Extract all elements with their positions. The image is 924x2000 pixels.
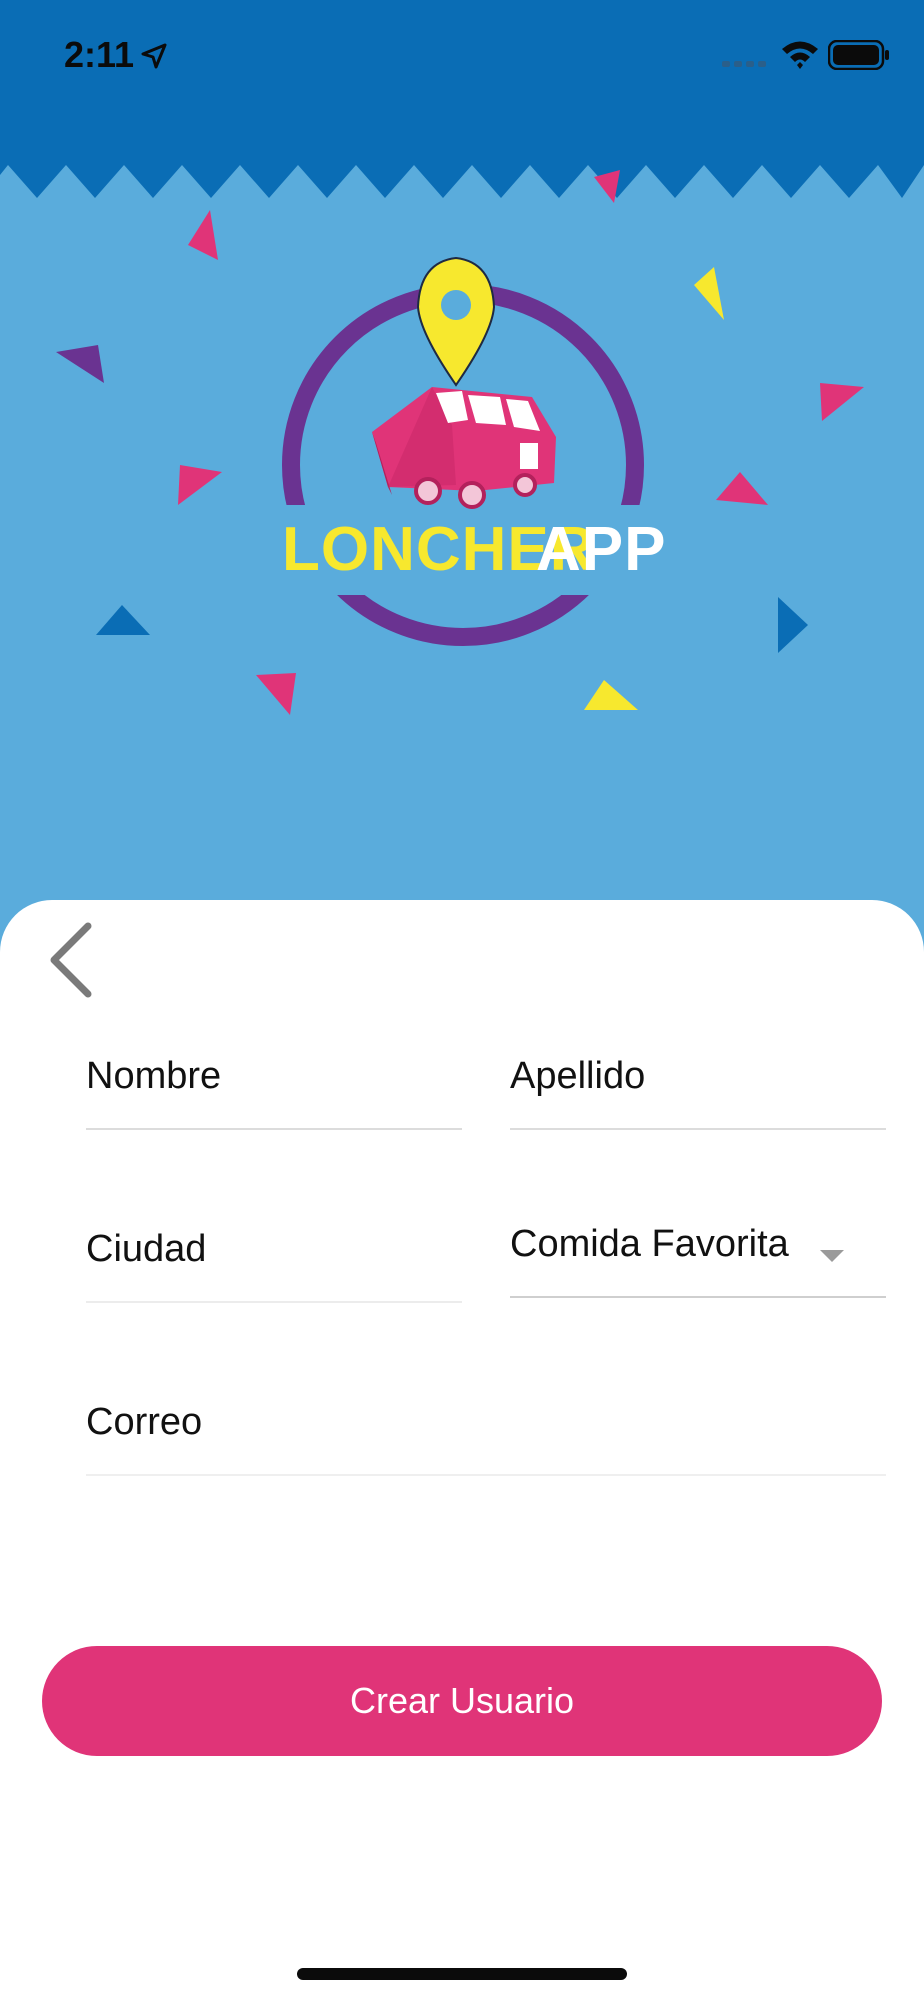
location-pin-icon: [416, 256, 496, 387]
first-name-field[interactable]: Nombre: [86, 1040, 462, 1130]
email-field[interactable]: Correo: [86, 1386, 886, 1476]
cellular-signal-icon: [722, 61, 766, 67]
status-bar: 2:11: [0, 0, 924, 165]
location-arrow-icon: [141, 43, 167, 69]
favorite-food-select[interactable]: Comida Favorita: [510, 1208, 886, 1298]
last-name-field[interactable]: Apellido: [510, 1040, 886, 1130]
city-placeholder: Ciudad: [86, 1228, 207, 1270]
wifi-icon: [782, 41, 818, 69]
first-name-placeholder: Nombre: [86, 1055, 222, 1097]
home-indicator: [297, 1968, 627, 1980]
logo-text-app: APP: [536, 515, 666, 584]
favorite-food-placeholder: Comida Favorita: [510, 1223, 789, 1265]
loncherapp-logo: LONCHER APP: [280, 256, 666, 646]
back-button[interactable]: [40, 918, 100, 998]
create-user-button[interactable]: Crear Usuario: [42, 1646, 882, 1756]
caret-down-icon: [820, 1250, 844, 1262]
food-truck-icon: [372, 387, 556, 509]
chevron-left-icon: [50, 922, 92, 998]
hero-banner: LONCHER APP: [0, 165, 924, 925]
city-field[interactable]: Ciudad: [86, 1213, 462, 1303]
status-time: 2:11: [64, 34, 135, 75]
email-placeholder: Correo: [86, 1401, 203, 1443]
last-name-placeholder: Apellido: [510, 1055, 646, 1097]
battery-icon: [828, 40, 889, 70]
